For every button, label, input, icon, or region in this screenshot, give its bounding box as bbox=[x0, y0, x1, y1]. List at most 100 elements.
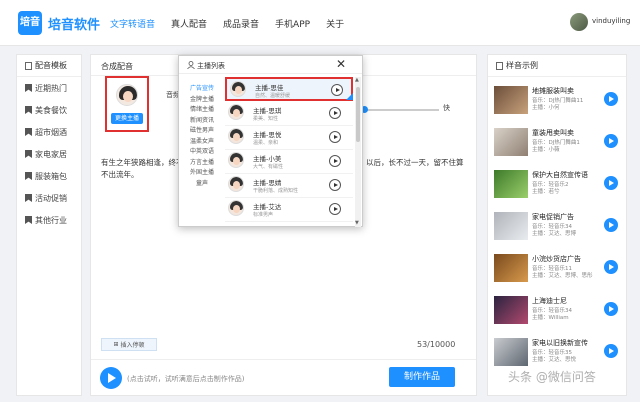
sidebar-item-other[interactable]: 其他行业 bbox=[17, 209, 81, 231]
sample-host: 主播：William bbox=[532, 315, 569, 321]
host-category[interactable]: 外国主播 bbox=[185, 167, 219, 178]
sidebar-item-supermarket[interactable]: 超市烟酒 bbox=[17, 121, 81, 143]
voice-tags: 大气、有磁性 bbox=[253, 164, 284, 170]
sample-host: 主播：小何 bbox=[532, 105, 560, 111]
samples-title: 样音示例 bbox=[488, 55, 626, 77]
close-icon[interactable]: ✕ bbox=[335, 58, 347, 70]
bookmark-icon bbox=[25, 84, 32, 92]
logo-icon[interactable]: 培音 bbox=[18, 11, 42, 35]
sample-play-button[interactable] bbox=[604, 176, 618, 190]
host-category[interactable]: 情绪主播 bbox=[185, 104, 219, 115]
voice-avatar bbox=[228, 200, 244, 216]
document-icon bbox=[25, 61, 32, 70]
sample-thumbnail bbox=[494, 296, 528, 324]
voice-tags: 标准男声 bbox=[253, 212, 274, 218]
voice-play-icon[interactable] bbox=[329, 179, 341, 191]
voice-item[interactable]: 主播-艾达 标准男声 bbox=[225, 198, 353, 222]
voice-name: 主播-思悦 bbox=[253, 131, 282, 139]
host-category[interactable]: 新闻资讯 bbox=[185, 115, 219, 126]
pause-icon: ⊞ bbox=[113, 341, 119, 348]
sidebar-item-promotion[interactable]: 活动促销 bbox=[17, 187, 81, 209]
change-host-button[interactable]: 更换主播 bbox=[111, 113, 143, 124]
speed-fast-label: 快 bbox=[443, 104, 450, 112]
bookmark-icon bbox=[25, 172, 32, 180]
insert-pause-button[interactable]: ⊞ 插入停顿 bbox=[101, 338, 157, 351]
sample-item[interactable]: 家电促销广告 音乐：轻音乐34 主播：艾达、思博 bbox=[494, 212, 622, 248]
voice-avatar bbox=[230, 81, 246, 97]
voice-list-scrollbar[interactable]: ▲ ▼ bbox=[355, 77, 361, 227]
sidebar-item-recent[interactable]: 近期热门 bbox=[17, 77, 81, 99]
speed-slider-track[interactable] bbox=[361, 109, 439, 111]
preview-hint: (点击试听，试听满意后点击制作作品) bbox=[127, 375, 245, 383]
sample-thumbnail bbox=[494, 170, 528, 198]
host-category[interactable]: 中英双语 bbox=[185, 146, 219, 157]
sample-thumbnail bbox=[494, 212, 528, 240]
sample-play-button[interactable] bbox=[604, 260, 618, 274]
divider bbox=[91, 359, 476, 360]
voice-item[interactable]: 主播-思婧 干脆利落、成熟知性 bbox=[225, 174, 353, 198]
sample-host: 主播：若兮 bbox=[532, 189, 560, 195]
scroll-up-icon[interactable]: ▲ bbox=[355, 77, 359, 83]
bookmark-icon bbox=[25, 150, 32, 158]
voice-tags: 自然、温暖舒缓 bbox=[255, 93, 291, 99]
voice-avatar bbox=[228, 128, 244, 144]
sample-play-button[interactable] bbox=[604, 134, 618, 148]
sample-play-button[interactable] bbox=[604, 302, 618, 316]
sample-item[interactable]: 保护大自然宣传语 音乐：轻音乐2 主播：若兮 bbox=[494, 170, 622, 206]
preview-play-button[interactable] bbox=[100, 367, 122, 389]
sample-item[interactable]: 地摊服装叫卖 音乐：DJ热门舞曲11 主播：小何 bbox=[494, 86, 622, 122]
sidebar-item-food[interactable]: 美食餐饮 bbox=[17, 99, 81, 121]
username[interactable]: vinduyiling bbox=[592, 17, 630, 25]
make-work-button[interactable]: 制作作品 bbox=[389, 367, 455, 387]
scroll-down-icon[interactable]: ▼ bbox=[355, 220, 359, 226]
current-host-card[interactable]: 更换主播 bbox=[105, 76, 149, 132]
voice-item[interactable]: 主播-思琪 柔美、知性 bbox=[225, 102, 353, 126]
sample-host: 主播：艾达、思悦 bbox=[532, 357, 577, 363]
voice-play-icon[interactable] bbox=[329, 155, 341, 167]
sample-item[interactable]: 童装甩卖叫卖 音乐：DJ热门舞曲1 主播：小薇 bbox=[494, 128, 622, 164]
voice-item-selected[interactable]: 主播-思佳 自然、温暖舒缓 bbox=[225, 77, 353, 101]
voice-name: 主播-思佳 bbox=[255, 84, 284, 92]
host-category[interactable]: 金牌主播 bbox=[185, 94, 219, 105]
host-category[interactable]: 广告宣传 bbox=[185, 83, 219, 94]
sample-play-button[interactable] bbox=[604, 218, 618, 232]
voice-play-icon[interactable] bbox=[329, 203, 341, 215]
nav-finished-recordings[interactable]: 成品录音 bbox=[223, 17, 259, 30]
nav-mobile-app[interactable]: 手机APP bbox=[275, 17, 310, 30]
voice-play-icon[interactable] bbox=[329, 107, 341, 119]
voice-play-icon[interactable] bbox=[329, 131, 341, 143]
voice-play-icon[interactable] bbox=[331, 84, 343, 96]
scrollbar-thumb[interactable] bbox=[356, 87, 360, 142]
sidebar-title: 配音模板 bbox=[17, 55, 81, 77]
sidebar-item-apparel[interactable]: 服装箱包 bbox=[17, 165, 81, 187]
voice-item[interactable]: 主播-思悦 温柔、亲和 bbox=[225, 126, 353, 150]
sample-play-button[interactable] bbox=[604, 92, 618, 106]
nav-about[interactable]: 关于 bbox=[326, 17, 344, 30]
sidebar-item-appliances[interactable]: 家电家居 bbox=[17, 143, 81, 165]
document-icon bbox=[496, 61, 503, 70]
host-category[interactable]: 温柔女声 bbox=[185, 136, 219, 147]
voice-list: 主播-思佳 自然、温暖舒缓 主播-思琪 柔美、知性 主播-思悦 温柔、亲和 主播… bbox=[225, 77, 353, 227]
voice-name: 主播-小美 bbox=[253, 155, 282, 163]
user-avatar[interactable] bbox=[570, 13, 588, 31]
host-category[interactable]: 童声 bbox=[185, 178, 219, 189]
sample-title: 上海迪士尼 bbox=[532, 297, 567, 305]
watermark: 头条 @微信问答 bbox=[508, 370, 596, 384]
app-name[interactable]: 培音软件 bbox=[48, 14, 100, 33]
dialog-title: 主播列表 bbox=[197, 62, 225, 70]
sample-title: 保护大自然宣传语 bbox=[532, 171, 588, 179]
sample-play-button[interactable] bbox=[604, 344, 618, 358]
samples-panel: 样音示例 地摊服装叫卖 音乐：DJ热门舞曲11 主播：小何 童装甩卖叫卖 音乐：… bbox=[487, 54, 627, 396]
host-category[interactable]: 方言主播 bbox=[185, 157, 219, 168]
nav-human-dubbing[interactable]: 真人配音 bbox=[171, 17, 207, 30]
voice-avatar bbox=[228, 176, 244, 192]
app-header: 培音 培音软件 文字转语音 真人配音 成品录音 手机APP 关于 vinduyi… bbox=[0, 0, 640, 46]
sample-thumbnail bbox=[494, 128, 528, 156]
sample-item[interactable]: 上海迪士尼 音乐：轻音乐34 主播：William bbox=[494, 296, 622, 332]
sample-thumbnail bbox=[494, 338, 528, 366]
voice-name: 主播-思婧 bbox=[253, 179, 282, 187]
nav-text-to-speech[interactable]: 文字转语音 bbox=[110, 17, 155, 30]
host-category[interactable]: 磁性男声 bbox=[185, 125, 219, 136]
voice-item[interactable]: 主播-小美 大气、有磁性 bbox=[225, 150, 353, 174]
sample-item[interactable]: 小浣炒货店广告 音乐：轻音乐11 主播：艾达、思博、思彤 bbox=[494, 254, 622, 290]
